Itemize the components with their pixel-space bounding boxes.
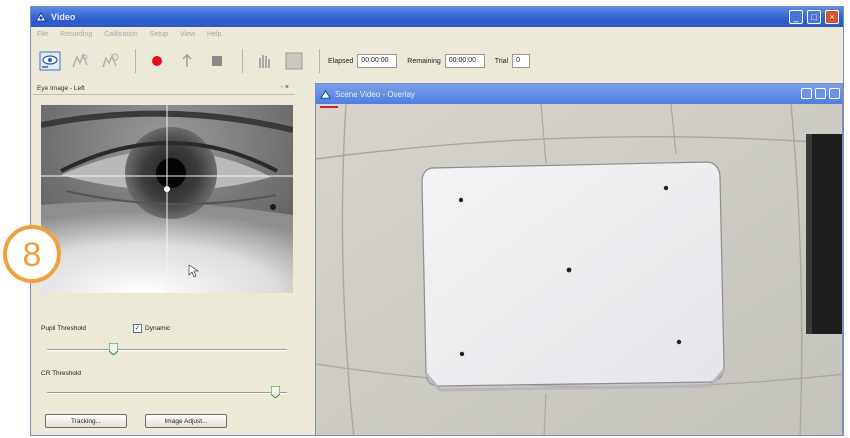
title-bar: Video _ □ × — [31, 7, 843, 27]
menu-recording[interactable]: Recording — [60, 31, 92, 38]
scene-title-bar: Scene Video - Overlay — [316, 84, 842, 104]
stop-button[interactable] — [204, 48, 230, 74]
remaining-label: Remaining — [407, 57, 441, 65]
validate-button[interactable] — [97, 48, 123, 74]
toolbar-separator — [242, 49, 243, 73]
eye-camera-button[interactable] — [37, 48, 63, 74]
step-number-badge: 8 — [3, 225, 61, 283]
remaining-time-field: 00:00:00 — [444, 54, 485, 68]
scene-app-icon — [320, 89, 331, 99]
image-square-icon — [285, 52, 303, 70]
hand-tool-button[interactable] — [251, 48, 277, 74]
toolbar-separator — [135, 49, 136, 73]
scene-video-window: Scene Video - Overlay — [315, 83, 843, 436]
toolbar-separator — [319, 49, 320, 73]
minimize-button[interactable]: _ — [789, 10, 803, 24]
menu-bar: File Recording Calibration Setup View He… — [31, 27, 843, 41]
screenshot-frame: Video _ □ × File Recording Calibration S… — [0, 0, 850, 438]
scene-video-image[interactable] — [316, 104, 843, 436]
trial-field: 0 — [512, 54, 531, 68]
eye-image-panel: Eye Image - Left - × Pupil Threshold ✓ D… — [33, 83, 295, 435]
stop-icon — [212, 56, 222, 66]
scene-window-title: Scene Video - Overlay — [335, 89, 415, 99]
tracking-button[interactable]: Tracking... — [45, 414, 127, 428]
eye-camera-image[interactable] — [41, 105, 293, 293]
cr-threshold-label: CR Threshold — [41, 370, 81, 377]
menu-calibration[interactable]: Calibration — [104, 31, 137, 38]
calibrate-button[interactable] — [67, 48, 93, 74]
image-adjust-button[interactable]: Image Adjust... — [145, 414, 227, 428]
calibrate-hand-icon — [72, 52, 88, 68]
close-button[interactable]: × — [825, 10, 839, 24]
menu-help[interactable]: Help — [207, 31, 221, 38]
step-number: 8 — [23, 236, 42, 274]
validate-hand-icon — [102, 53, 119, 68]
scene-minimize-button[interactable] — [801, 88, 812, 99]
window-title: Video — [51, 12, 76, 22]
cr-threshold-thumb[interactable] — [271, 386, 281, 398]
record-icon — [152, 56, 162, 66]
scene-close-button[interactable] — [829, 88, 840, 99]
pupil-threshold-thumb[interactable] — [109, 343, 119, 355]
scene-maximize-button[interactable] — [815, 88, 826, 99]
dynamic-label: Dynamic — [145, 325, 171, 332]
hand-icon — [259, 55, 270, 68]
cr-threshold-slider[interactable] — [47, 392, 287, 394]
image-tool-button[interactable] — [281, 48, 307, 74]
record-button[interactable] — [144, 48, 170, 74]
dynamic-checkbox[interactable]: ✓ — [133, 324, 142, 333]
elapsed-time-field: 00:00:00 — [357, 54, 398, 68]
pause-icon — [182, 53, 192, 67]
trial-label: Trial — [494, 57, 509, 65]
app-icon — [35, 12, 47, 22]
pupil-threshold-label: Pupil Threshold — [41, 325, 87, 332]
eye-camera-icon — [39, 51, 61, 71]
menu-file[interactable]: File — [37, 31, 48, 38]
elapsed-label: Elapsed — [328, 57, 354, 65]
pupil-threshold-slider[interactable] — [47, 349, 287, 351]
eye-panel-header: Eye Image - Left - × — [33, 83, 295, 95]
menu-view[interactable]: View — [180, 31, 195, 38]
eye-panel-title: Eye Image - Left — [37, 85, 85, 92]
toolbar: Elapsed 00:00:00 Remaining 00:00:00 Tria… — [31, 41, 843, 81]
pause-button[interactable] — [174, 48, 200, 74]
menu-setup[interactable]: Setup — [150, 31, 168, 38]
panel-pin-icon[interactable]: - × — [281, 84, 289, 91]
main-window: Video _ □ × File Recording Calibration S… — [30, 6, 844, 436]
maximize-button[interactable]: □ — [807, 10, 821, 24]
